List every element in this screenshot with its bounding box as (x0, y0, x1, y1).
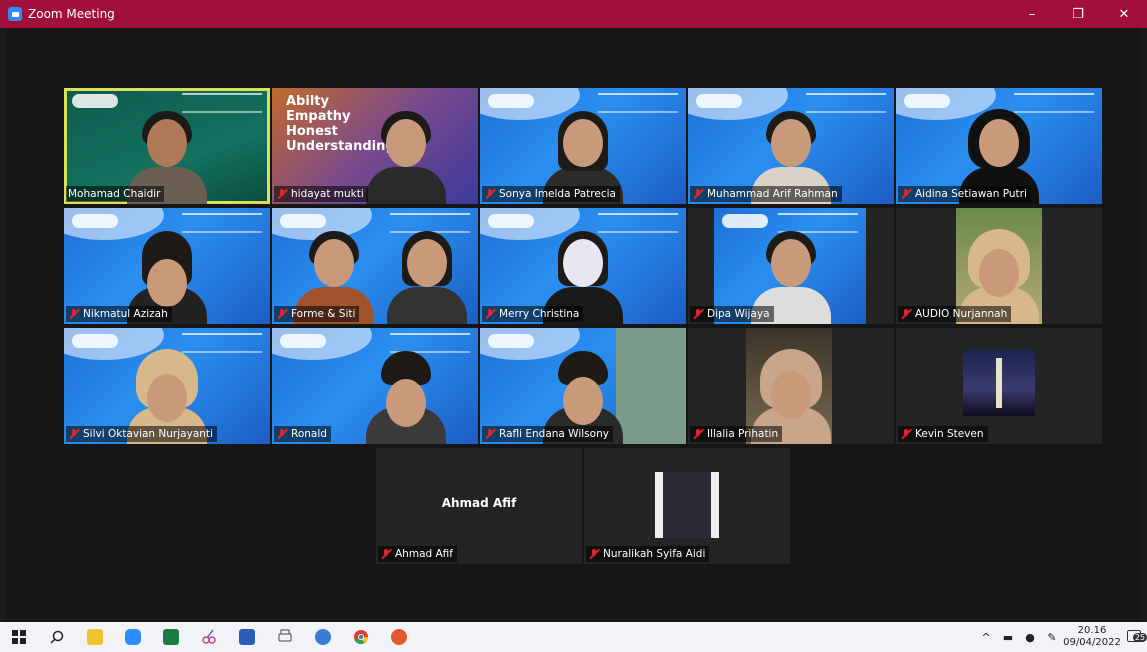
participant-tile[interactable]: Sonya Imelda Patrecia (480, 88, 686, 204)
participant-name-label: Ronald (274, 426, 331, 442)
muted-mic-icon (900, 188, 912, 200)
window-controls: – ❐ ✕ (1009, 0, 1147, 28)
muted-mic-icon (68, 428, 80, 440)
participant-name-label: Illalia Prihatin (690, 426, 783, 442)
participant-tile[interactable]: Nuralikah Syifa Aidi (584, 448, 790, 564)
system-tray: ^ ▬ ● ✎ 20.16 09/04/2022 25 (975, 622, 1147, 652)
participant-tile[interactable]: Rafli Endana Wilsony (480, 328, 686, 444)
participant-name-label: AUDIO Nurjannah (898, 306, 1012, 322)
participant-name-label: hidayat mukti (274, 186, 368, 202)
participant-name-label: Kevin Steven (898, 426, 988, 442)
participant-tile[interactable]: AUDIO Nurjannah (896, 208, 1102, 324)
minimize-button[interactable]: – (1009, 0, 1055, 28)
zoom-logo-icon (8, 7, 22, 21)
participant-tile[interactable]: Aidina Setiawan Putri (896, 88, 1102, 204)
notification-count-badge: 25 (1132, 632, 1147, 642)
kampus-merdeka-logo (696, 94, 742, 108)
notification-center-icon[interactable]: 25 (1121, 629, 1147, 645)
participant-tile[interactable]: Silvi Oktavian Nurjayanti (64, 328, 270, 444)
profile-picture (963, 350, 1035, 416)
muted-mic-icon (900, 428, 912, 440)
participant-name-label: Rafli Endana Wilsony (482, 426, 613, 442)
participant-tile[interactable]: Dipa Wijaya (688, 208, 894, 324)
participant-name-label: Nikmatul Azizah (66, 306, 172, 322)
window-title: Zoom Meeting (28, 7, 115, 21)
kampus-merdeka-logo (72, 94, 118, 108)
network-icon[interactable]: ▬ (997, 631, 1019, 644)
windows-start-icon[interactable] (0, 622, 38, 652)
muted-mic-icon (484, 188, 496, 200)
muted-mic-icon (692, 308, 704, 320)
participant-video (382, 229, 472, 324)
word-icon[interactable] (228, 622, 266, 652)
muted-mic-icon (276, 188, 288, 200)
clock-time: 20.16 (1077, 625, 1107, 636)
participant-tile[interactable]: Kevin Steven (896, 328, 1102, 444)
participant-tile[interactable]: Ahmad Afif Ahmad Afif (376, 448, 582, 564)
printer-icon[interactable] (266, 622, 304, 652)
restore-button[interactable]: ❐ (1055, 0, 1101, 28)
participant-video (361, 109, 451, 204)
tray-expand-icon[interactable]: ^ (975, 631, 997, 644)
clock-date: 09/04/2022 (1063, 637, 1121, 648)
muted-mic-icon (692, 428, 704, 440)
participant-tile[interactable]: Nikmatul Azizah (64, 208, 270, 324)
kampus-merdeka-logo (488, 214, 534, 228)
participant-tile[interactable]: Abilty Empathy Honest Understanding hida… (272, 88, 478, 204)
participant-tile[interactable]: Forme & Siti (272, 208, 478, 324)
participant-name-label: Silvi Oktavian Nurjayanti (66, 426, 217, 442)
kampus-merdeka-logo (72, 214, 118, 228)
microphone-icon[interactable]: ● (1019, 631, 1041, 644)
clock[interactable]: 20.16 09/04/2022 (1063, 625, 1121, 649)
title-bar: Zoom Meeting – ❐ ✕ (0, 0, 1147, 28)
participant-name-label: Nuralikah Syifa Aidi (586, 546, 710, 562)
participant-name-label: Ahmad Afif (378, 546, 457, 562)
app-icon[interactable] (380, 622, 418, 652)
muted-mic-icon (588, 548, 600, 560)
file-explorer-icon[interactable] (76, 622, 114, 652)
participant-name-label: Aidina Setiawan Putri (898, 186, 1031, 202)
snipping-tool-icon[interactable] (190, 622, 228, 652)
kampus-merdeka-logo (904, 94, 950, 108)
participant-tile[interactable]: Merry Christina (480, 208, 686, 324)
zoom-icon[interactable] (114, 622, 152, 652)
muted-mic-icon (276, 428, 288, 440)
close-button[interactable]: ✕ (1101, 0, 1147, 28)
participant-tile[interactable]: Ronald (272, 328, 478, 444)
kampus-merdeka-logo (488, 94, 534, 108)
participant-video (361, 349, 451, 444)
participant-name-label: Merry Christina (482, 306, 584, 322)
windows-taskbar: ^ ▬ ● ✎ 20.16 09/04/2022 25 (0, 622, 1147, 652)
gallery-view: Mohamad Chaidir Abilty Empathy Honest Un… (6, 28, 1141, 622)
participant-display-name: Ahmad Afif (441, 496, 517, 510)
participant-name-label: Forme & Siti (274, 306, 360, 322)
participant-name-label: Mohamad Chaidir (66, 186, 165, 202)
muted-mic-icon (484, 428, 496, 440)
chrome-icon[interactable] (342, 622, 380, 652)
excel-icon[interactable] (152, 622, 190, 652)
zoom-window: Zoom Meeting – ❐ ✕ Mohamad Chaidir Abilt… (0, 0, 1147, 622)
muted-mic-icon (276, 308, 288, 320)
participant-tile[interactable]: Muhammad Arif Rahman (688, 88, 894, 204)
participant-tile[interactable]: Mohamad Chaidir (64, 88, 270, 204)
kampus-merdeka-logo (280, 334, 326, 348)
muted-mic-icon (484, 308, 496, 320)
muted-mic-icon (900, 308, 912, 320)
kampus-merdeka-logo (72, 334, 118, 348)
search-icon[interactable] (38, 622, 76, 652)
participant-name-label: Dipa Wijaya (690, 306, 774, 322)
kampus-merdeka-logo (280, 214, 326, 228)
profile-picture (655, 472, 719, 538)
pen-icon[interactable]: ✎ (1041, 631, 1063, 644)
muted-mic-icon (692, 188, 704, 200)
participant-tile[interactable]: Illalia Prihatin (688, 328, 894, 444)
participant-name-label: Muhammad Arif Rahman (690, 186, 842, 202)
participant-name-label: Sonya Imelda Patrecia (482, 186, 620, 202)
muted-mic-icon (380, 548, 392, 560)
kampus-merdeka-logo (488, 334, 534, 348)
browser-icon[interactable] (304, 622, 342, 652)
muted-mic-icon (68, 308, 80, 320)
